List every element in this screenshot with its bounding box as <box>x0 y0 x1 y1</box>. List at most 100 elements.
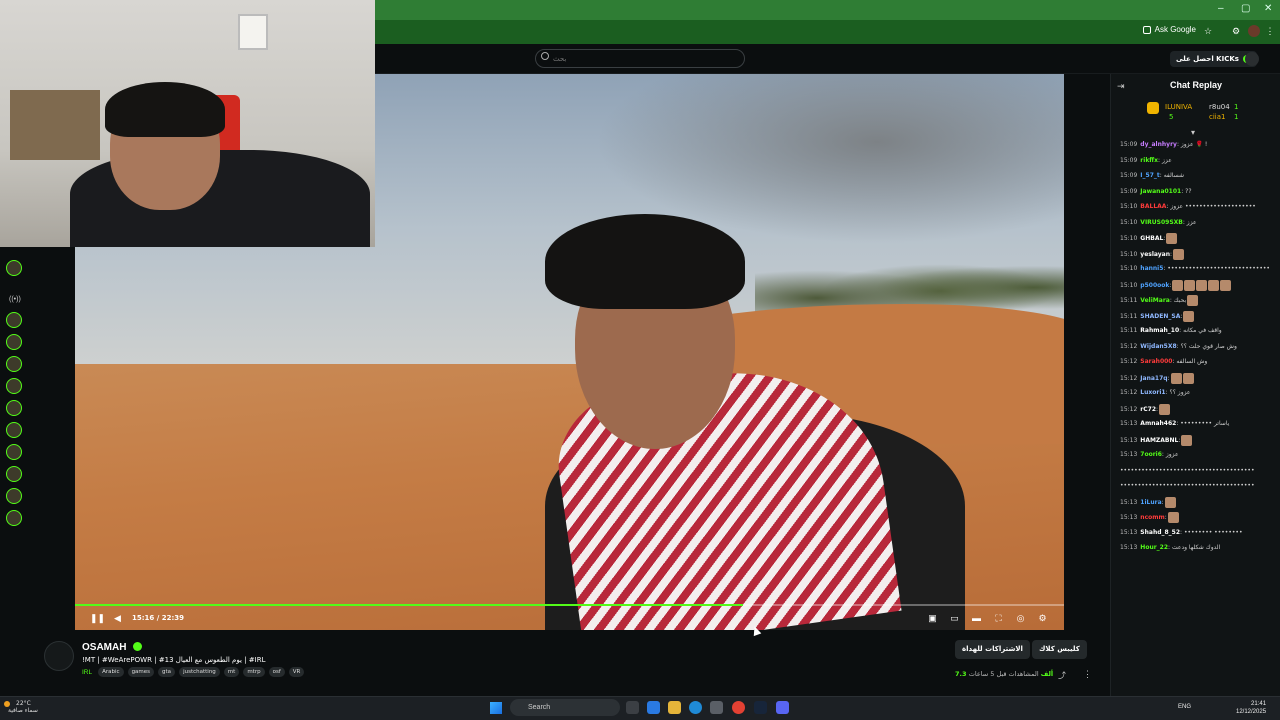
chat-username[interactable]: I_57_t <box>1140 172 1159 179</box>
rail-channel[interactable] <box>6 260 22 276</box>
get-kicks-button[interactable]: احصل على KICKs <box>1170 51 1257 67</box>
chat-username[interactable]: VeliMara <box>1140 297 1170 304</box>
chat-timestamp: 15:12 <box>1120 389 1138 396</box>
rail-channel[interactable] <box>6 378 22 394</box>
stream-tag[interactable]: justchatting <box>179 667 220 677</box>
chat-username[interactable]: BALLAA <box>1140 203 1166 210</box>
rail-channel[interactable] <box>6 488 22 504</box>
rail-channel[interactable] <box>6 334 22 350</box>
speed-icon[interactable]: ◎ <box>1015 613 1026 624</box>
streamer-name[interactable]: OSAMAH <box>82 642 126 653</box>
taskbar-search-box[interactable]: Search <box>510 699 620 716</box>
rail-channel[interactable] <box>6 312 22 328</box>
chat-message: 15:11 SHADEN_SA: <box>1120 310 1278 325</box>
rail-channel[interactable] <box>6 400 22 416</box>
chat-username[interactable]: Sarah000 <box>1140 358 1172 365</box>
chat-username[interactable]: Luxori1 <box>1140 389 1165 396</box>
bookmark-star-icon[interactable]: ☆ <box>1202 25 1214 37</box>
clip-button[interactable]: كليبس كلاك <box>1032 640 1087 659</box>
file-explorer-icon[interactable] <box>668 701 681 714</box>
system-clock[interactable]: 21:41 12/12/2025 <box>1236 700 1266 716</box>
chat-timestamp: 15:09 <box>1120 187 1138 195</box>
chat-username[interactable]: rikffx <box>1140 157 1158 164</box>
chat-username[interactable]: Amnah462 <box>1140 420 1176 427</box>
chat-username[interactable]: ncomm <box>1140 514 1164 521</box>
picture-in-picture-icon[interactable]: ▭ <box>949 613 960 624</box>
weather-widget[interactable]: 22°C سماء صافية <box>8 700 38 714</box>
chat-username[interactable]: VIRUS09SXB <box>1140 219 1183 226</box>
chat-username[interactable]: HAMZABNL <box>1140 437 1178 444</box>
profile-avatar[interactable] <box>1248 25 1260 37</box>
chat-username[interactable]: Shahd_8_52 <box>1140 529 1180 536</box>
weather-temperature: 22°C <box>16 700 31 707</box>
leader-count: 5 <box>1169 113 1174 121</box>
rail-channel[interactable] <box>6 356 22 372</box>
rail-channel[interactable] <box>6 466 22 482</box>
windows-start-icon[interactable] <box>490 702 502 714</box>
chat-username[interactable]: SHADEN_SA <box>1140 313 1180 320</box>
webcam-shelf <box>10 90 100 160</box>
chat-username[interactable]: Jawana0101 <box>1140 188 1181 195</box>
chat-text: : عزز <box>1182 218 1197 226</box>
chat-username[interactable]: Hour_22 <box>1140 544 1168 551</box>
chat-message: 15:10 VIRUS09SXB: عزز <box>1120 218 1278 232</box>
browser-menu-icon[interactable]: ⋮ <box>1264 25 1276 37</box>
chat-text: : ••••••••• ياساتر <box>1176 420 1230 427</box>
stream-tag[interactable]: osf <box>268 667 285 677</box>
chat-message: 15:10 hanni5: •••••••••••••••••••••••••••… <box>1120 264 1278 278</box>
chrome-icon[interactable] <box>732 701 745 714</box>
minimize-button[interactable]: – <box>1218 3 1224 14</box>
streamer-avatar[interactable] <box>44 641 74 671</box>
clip-icon[interactable]: ▣ <box>927 613 938 624</box>
stream-tag[interactable]: VR <box>288 667 305 677</box>
chat-username[interactable]: hanni5 <box>1140 265 1163 272</box>
search-input[interactable] <box>535 49 745 68</box>
chat-username[interactable]: p500ook <box>1140 282 1169 289</box>
rail-channel[interactable] <box>6 444 22 460</box>
settings-gear-icon[interactable]: ⚙ <box>1037 613 1048 624</box>
fullscreen-icon[interactable]: ⛶ <box>993 613 1004 624</box>
rail-channel[interactable] <box>6 422 22 438</box>
stream-tag[interactable]: mt <box>223 667 240 677</box>
theater-mode-icon[interactable]: ▬ <box>971 613 982 624</box>
chat-username[interactable]: Jana17q <box>1140 375 1167 382</box>
pause-icon[interactable]: ❚❚ <box>90 613 105 624</box>
gift-leaderboard: ILUNIVA 5 r8u04 1 ciia1 1 <box>1147 102 1247 124</box>
user-avatar[interactable] <box>1245 52 1259 66</box>
chat-username[interactable]: 7oori6 <box>1140 451 1162 458</box>
leaderboard-badge-icon <box>1147 102 1159 114</box>
volume-icon[interactable]: ◀ <box>112 613 123 624</box>
chat-filter-icon[interactable]: ▾ <box>1191 128 1195 137</box>
steam-icon[interactable] <box>754 701 767 714</box>
input-language[interactable]: ENG <box>1178 704 1191 710</box>
chat-username[interactable]: rC72 <box>1140 406 1156 413</box>
chat-username[interactable]: GHBAL <box>1140 235 1163 242</box>
get-kicks-label: احصل على KICKs <box>1176 55 1239 63</box>
discord-icon[interactable] <box>776 701 789 714</box>
chat-message: 15:13 ncomm: <box>1120 512 1278 526</box>
maximize-button[interactable]: ▢ <box>1241 3 1250 14</box>
share-icon[interactable]: ⤴ <box>1058 670 1066 681</box>
chat-username[interactable]: Rahmah_10 <box>1140 327 1179 334</box>
stream-tag[interactable]: Arabic <box>98 667 124 677</box>
chat-username[interactable]: 1iLura <box>1140 499 1161 506</box>
chat-username[interactable]: dy_alnhyry <box>1140 141 1177 148</box>
store-icon[interactable] <box>710 701 723 714</box>
extensions-icon[interactable]: ⚙ <box>1230 25 1242 37</box>
verified-badge-icon <box>133 642 142 651</box>
task-view-icon[interactable] <box>626 701 639 714</box>
ask-google-button[interactable]: Ask Google <box>1142 25 1196 34</box>
chat-username[interactable]: Wijdan5X8 <box>1140 343 1176 350</box>
rail-channel[interactable] <box>6 510 22 526</box>
chat-username[interactable]: yeslayan <box>1140 251 1170 258</box>
stream-tag[interactable]: gta <box>158 667 176 677</box>
close-window-button[interactable]: ✕ <box>1264 3 1272 14</box>
copilot-icon[interactable] <box>647 701 660 714</box>
more-options-icon[interactable]: ⋮ <box>1083 669 1092 680</box>
stream-tag[interactable]: games <box>127 667 155 677</box>
category-link[interactable]: IRL <box>82 669 92 676</box>
edge-browser-icon[interactable] <box>689 701 702 714</box>
leader-name: ILUNIVA <box>1165 103 1193 111</box>
stream-tag[interactable]: mtrp <box>243 667 265 677</box>
gift-subscription-button[interactable]: الاشتراكات للهداة <box>955 640 1030 659</box>
